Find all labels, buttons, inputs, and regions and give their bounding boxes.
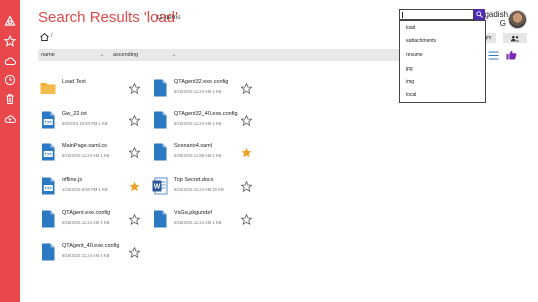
- file-item[interactable]: W Top Secret.docx 8/16/2015 11:24 AM 20 KB: [152, 174, 257, 200]
- chevron-down-icon: ⌄: [99, 52, 104, 58]
- file-icon: [40, 243, 56, 261]
- chevron-down-icon: ⌄: [171, 52, 176, 58]
- trash-icon[interactable]: [4, 93, 16, 105]
- star-icon[interactable]: [128, 113, 141, 127]
- file-item[interactable]: Load Test: [40, 76, 145, 102]
- txt-file-icon: TXT: [40, 177, 56, 195]
- file-name: VsGa.pkgundef: [174, 210, 212, 216]
- star-icon[interactable]: [240, 179, 253, 193]
- file-name: QTAgent32.exe.config: [174, 79, 229, 85]
- file-item[interactable]: QTAgent_40.exe.config 8/16/2015 11:24 AM …: [40, 240, 145, 266]
- file-meta: 8/16/2015 11:24 AM 20 KB: [174, 187, 224, 192]
- file-item[interactable]: QTAgent32.exe.config 8/16/2015 11:24 AM 4…: [152, 76, 257, 102]
- left-rail: [0, 0, 20, 302]
- svg-text:TXT: TXT: [45, 120, 53, 125]
- file-name: MainPage.xaml.cs: [62, 143, 107, 149]
- search-input[interactable]: [399, 9, 474, 20]
- star-icon[interactable]: [240, 81, 253, 95]
- file-name: offline.js: [62, 177, 83, 183]
- breadcrumb-separator: /: [51, 33, 53, 39]
- file-item[interactable]: QTAgent32_40.exe.config 8/16/2015 11:24 A…: [152, 108, 257, 134]
- result-count: 11 Items: [156, 14, 181, 21]
- star-icon[interactable]: [128, 212, 141, 226]
- file-icon: [152, 79, 168, 97]
- star-icon[interactable]: [128, 81, 141, 95]
- file-name: Load Test: [62, 79, 86, 85]
- search-icon: [476, 11, 483, 18]
- file-icon: [152, 210, 168, 228]
- file-meta: 1/16/2015 8:50 PM 1 KB: [62, 187, 108, 192]
- file-item[interactable]: VsGa.pkgundef 8/16/2015 11:24 AM 1 KB: [152, 207, 257, 233]
- file-meta: 8/16/2015 11:24 AM 4 KB: [62, 253, 110, 258]
- svg-text:TXT: TXT: [45, 152, 53, 157]
- folder-icon: [40, 79, 56, 97]
- suggestion-item[interactable]: resume: [406, 52, 423, 58]
- onedrive-logo-icon[interactable]: [4, 15, 16, 27]
- star-filled-icon[interactable]: [241, 145, 252, 158]
- text-caret: [402, 12, 403, 18]
- file-name: QTAgent_40.exe.config: [62, 243, 120, 249]
- file-item[interactable]: TXT offline.js 1/16/2015 8:50 PM 1 KB: [40, 174, 145, 200]
- sort-field-select[interactable]: name ⌄: [38, 49, 108, 61]
- users-icon: [510, 35, 520, 41]
- share-users-button[interactable]: [503, 33, 527, 43]
- file-meta: 8/16/2015 11:24 AM 1 KB: [62, 153, 110, 158]
- suggestion-item[interactable]: eattachments: [406, 38, 436, 44]
- app-window: Search Results 'load' 11 Items / name ⌄ …: [0, 0, 538, 302]
- search-button[interactable]: [474, 9, 485, 20]
- file-meta: 8/16/2015 11:24 AM 4 KB: [62, 220, 110, 225]
- file-name: Scenario4.xaml: [174, 143, 212, 149]
- sort-field-value: name: [41, 52, 55, 58]
- star-filled-icon[interactable]: [129, 179, 140, 192]
- txt-file-icon: TXT: [40, 111, 56, 129]
- file-item[interactable]: TXT MainPage.xaml.cs 8/16/2015 11:24 AM 1 …: [40, 140, 145, 166]
- cloud-upload-icon[interactable]: [4, 113, 16, 125]
- star-icon[interactable]: [128, 245, 141, 259]
- word-icon: W: [152, 177, 168, 195]
- star-icon[interactable]: [128, 145, 141, 159]
- file-icon: [40, 210, 56, 228]
- file-meta: 8/16/2015 11:24 AM 1 KB: [174, 220, 222, 225]
- cloud-icon[interactable]: [4, 55, 16, 67]
- star-icon[interactable]: [240, 113, 253, 127]
- suggestion-item[interactable]: img: [406, 79, 414, 85]
- avatar[interactable]: [508, 10, 527, 29]
- clock-icon[interactable]: [4, 74, 16, 86]
- file-meta: 5/28/2015 11:58 AM 2 KB: [174, 153, 222, 158]
- star-icon[interactable]: [240, 212, 253, 226]
- file-name: QTAgent.exe.config: [62, 210, 111, 216]
- file-meta: 8/16/2015 11:24 AM 4 KB: [174, 121, 222, 126]
- file-item[interactable]: Scenario4.xaml 5/28/2015 11:58 AM 2 KB: [152, 140, 257, 166]
- suggestion-item[interactable]: local: [406, 92, 416, 98]
- file-item[interactable]: QTAgent.exe.config 8/16/2015 11:24 AM 4 K…: [40, 207, 145, 233]
- file-icon: [152, 111, 168, 129]
- file-icon: [152, 143, 168, 161]
- suggestion-item[interactable]: load: [406, 25, 415, 31]
- file-name: Top Secret.docx: [174, 177, 214, 183]
- file-item[interactable]: TXT Gw_22.txt 5/6/2016 10:50 PM 1 KB: [40, 108, 145, 134]
- file-meta: 8/16/2015 11:24 AM 4 KB: [174, 89, 222, 94]
- sort-order-value: ascending: [113, 52, 139, 58]
- like-icon[interactable]: [506, 50, 517, 60]
- file-name: Gw_22.txt: [62, 111, 87, 117]
- home-icon[interactable]: [40, 33, 49, 41]
- txt-file-icon: TXT: [40, 143, 56, 161]
- star-icon[interactable]: [4, 35, 16, 47]
- svg-text:W: W: [154, 184, 161, 191]
- suggestion-item[interactable]: jpg: [406, 66, 413, 72]
- search-suggestions: load eattachments resume jpg img local: [399, 20, 486, 103]
- list-view-icon[interactable]: [488, 51, 499, 60]
- svg-text:TXT: TXT: [45, 186, 53, 191]
- file-name: QTAgent32_40.exe.config: [174, 111, 238, 117]
- sort-order-select[interactable]: ascending ⌄: [110, 49, 180, 61]
- file-meta: 5/6/2016 10:50 PM 1 KB: [62, 121, 108, 126]
